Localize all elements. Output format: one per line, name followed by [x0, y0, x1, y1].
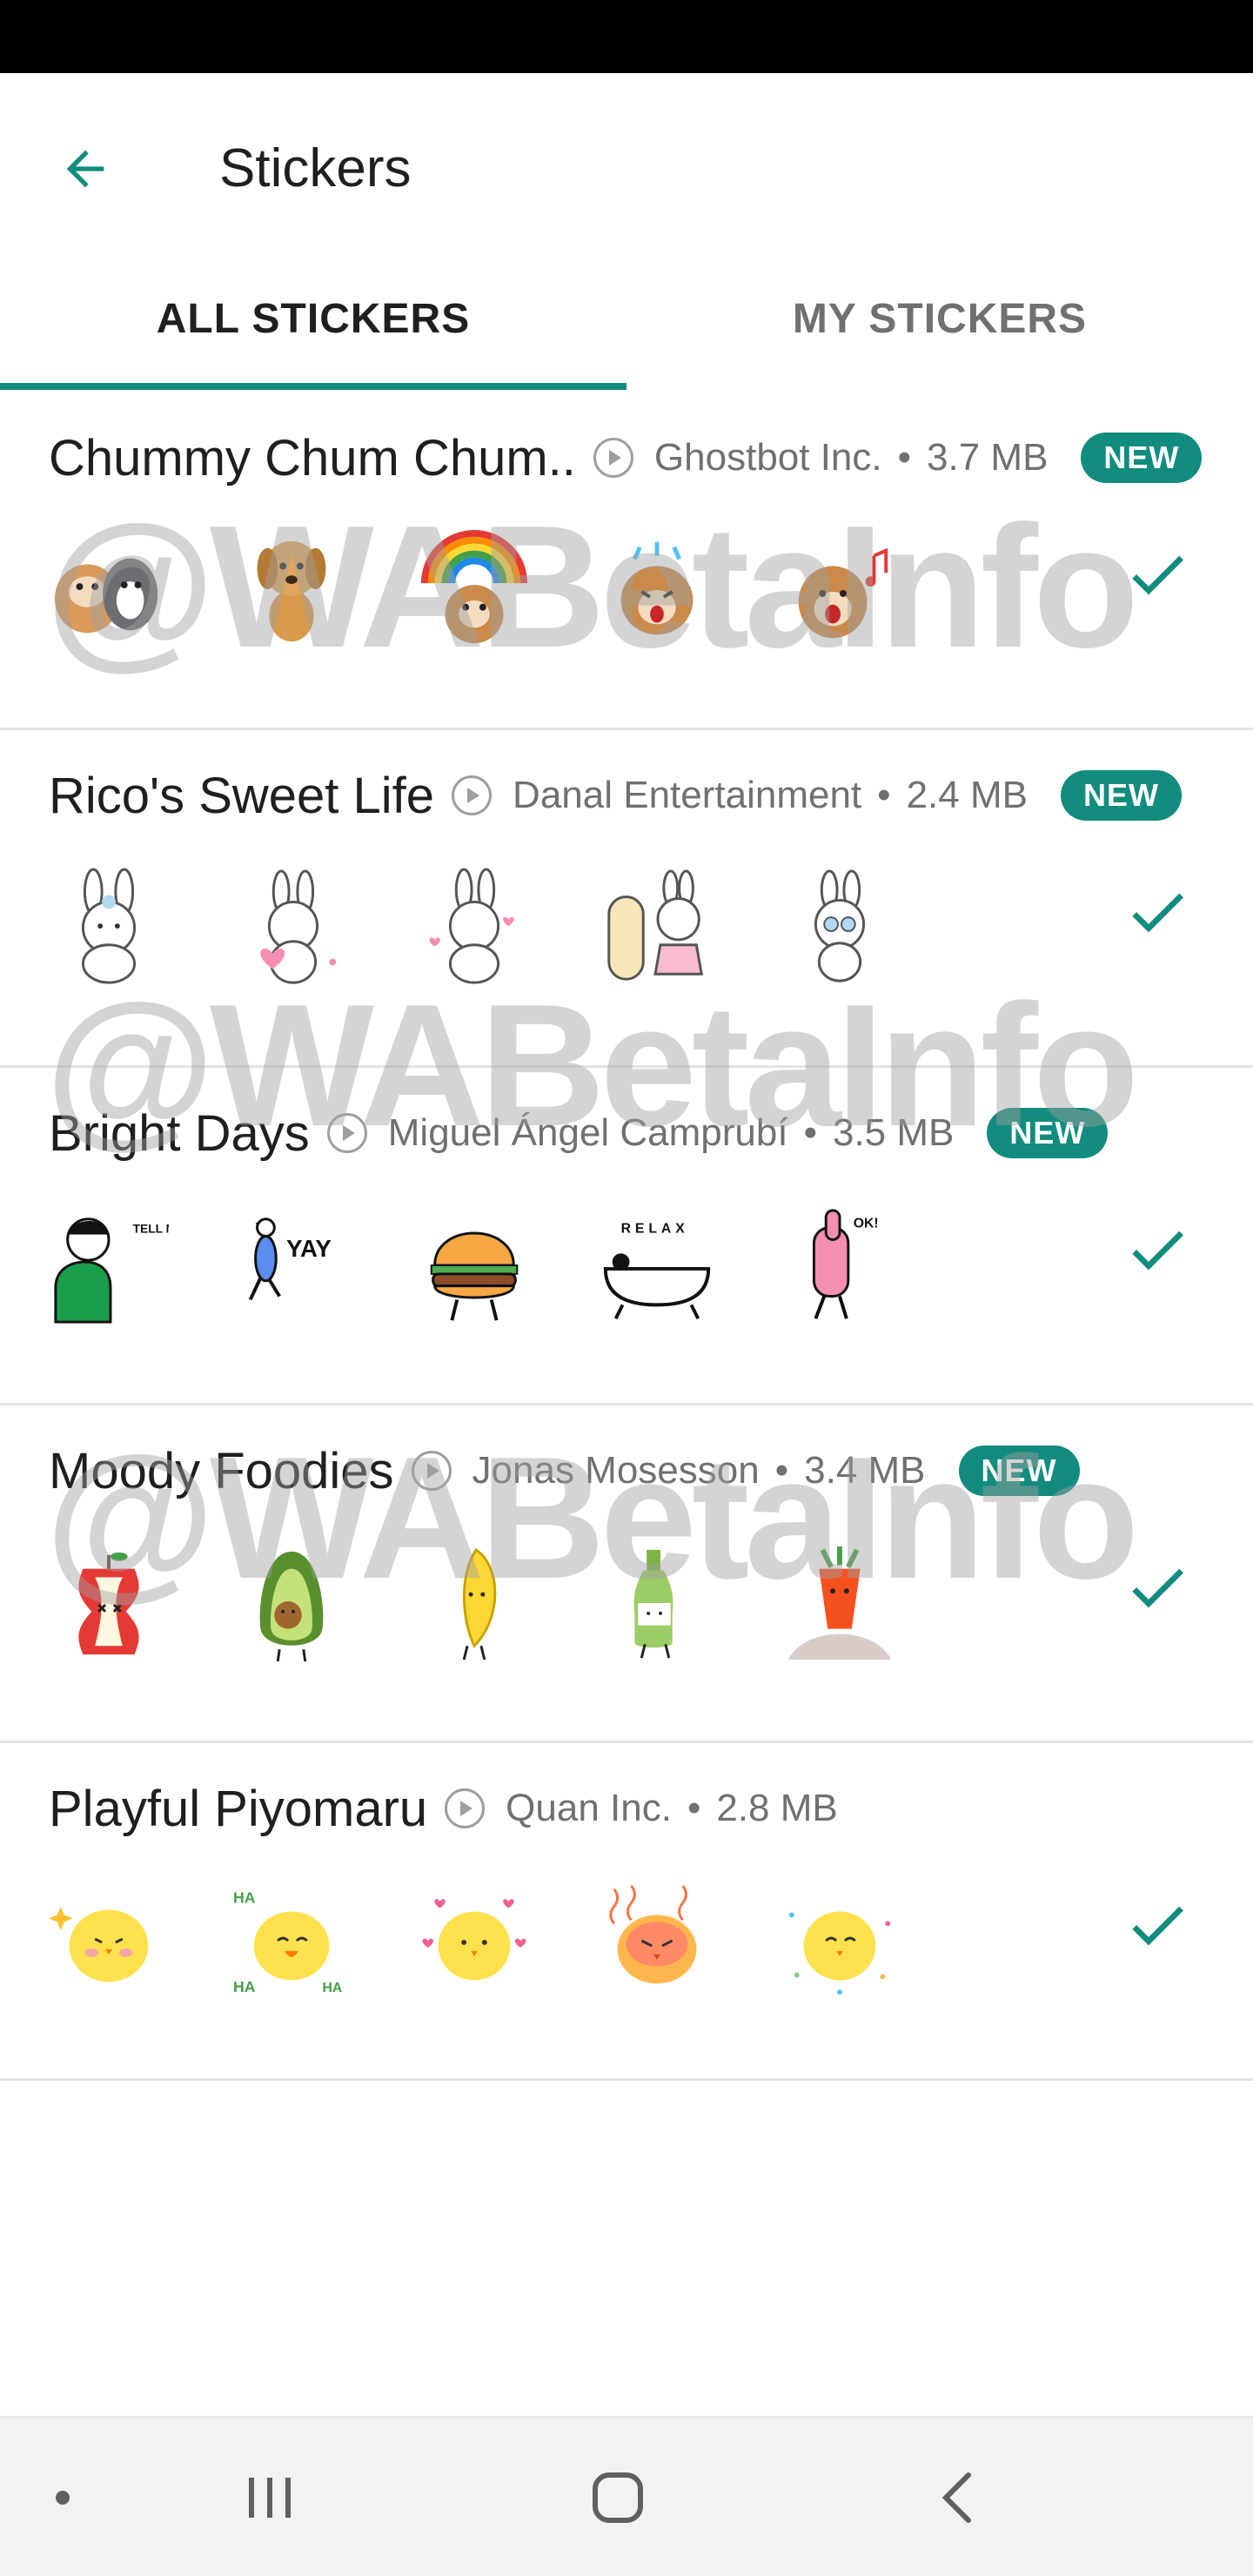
- meta-separator: •: [877, 774, 891, 816]
- puppy-rainbow-sticker: [420, 530, 528, 644]
- bottle-sticker: [633, 1549, 673, 1659]
- pack-name: Chummy Chum Chum..: [49, 429, 576, 486]
- burger-sticker: [430, 1231, 519, 1321]
- pack-size: 3.5 MB: [832, 1111, 955, 1154]
- pack-publisher: Miguel Ángel Camprubí: [387, 1111, 788, 1154]
- sticker-caption: TELL ME MORE: [133, 1223, 169, 1236]
- avocado-sticker: [259, 1551, 324, 1662]
- bunny-glasses-sticker: [814, 869, 866, 983]
- bunny-mirror-sticker: [607, 869, 704, 981]
- golden-puppy-sticker: [257, 540, 326, 642]
- play-preview-icon[interactable]: [445, 1788, 486, 1828]
- bunny-eating-sticker: [429, 868, 514, 984]
- ok-thumbs-up-sticker: OK!: [812, 1209, 879, 1319]
- sticker-caption: OK!: [854, 1217, 879, 1231]
- new-badge: NEW: [987, 1108, 1109, 1158]
- sticker-pack-row[interactable]: Chummy Chum Chum.. Ghostbot Inc. • 3.7 M…: [0, 390, 1253, 730]
- installed-check-icon: [1132, 893, 1183, 933]
- installed-check-icon: [1132, 1906, 1183, 1946]
- recent-apps-icon: [249, 2477, 291, 2518]
- chick-hearts-sticker: [422, 1899, 526, 1981]
- installed-check-icon: [1132, 1568, 1183, 1608]
- play-preview-icon[interactable]: [593, 438, 633, 478]
- relax-bathtub-sticker: RELAX: [603, 1222, 711, 1319]
- sticker-pack-row[interactable]: Moody Foodies Jonas Mosesson • 3.4 MB NE…: [0, 1403, 1253, 1743]
- chick-sparkle-sticker: [49, 1906, 149, 1982]
- puppy-crying-sticker: [620, 541, 694, 635]
- play-preview-icon[interactable]: [326, 1113, 367, 1153]
- installed-check-icon: [1132, 1231, 1183, 1271]
- chick-laughing-sticker: HA HA HA: [233, 1889, 342, 1996]
- dog-and-cat-sticker: [54, 558, 158, 634]
- meta-separator: •: [774, 1449, 789, 1492]
- pack-name: Playful Piyomaru: [49, 1780, 428, 1837]
- sticker-caption: HA: [233, 1889, 256, 1907]
- sticker-pack-row[interactable]: Bright Days Miguel Ángel Camprubí • 3.5 …: [0, 1065, 1253, 1405]
- tab-all-stickers[interactable]: ALL STICKERS: [0, 247, 626, 390]
- home-icon: [593, 2472, 643, 2523]
- app-bar: Stickers: [0, 73, 1253, 247]
- home-button[interactable]: [574, 2418, 661, 2576]
- pack-size: 2.4 MB: [906, 774, 1028, 816]
- tab-bar: ALL STICKERS MY STICKERS: [0, 247, 1253, 390]
- installed-check-icon: [1132, 555, 1183, 595]
- new-badge: NEW: [1081, 433, 1203, 483]
- bunny-sitting-sticker: [81, 868, 137, 984]
- meta-separator: •: [687, 1787, 701, 1829]
- pack-publisher: Quan Inc.: [506, 1787, 672, 1829]
- back-arrow-icon: [66, 150, 104, 188]
- sticker-caption: RELAX: [621, 1222, 689, 1237]
- tell-me-more-sticker: TELL ME MORE: [54, 1218, 169, 1324]
- meta-separator: •: [897, 436, 912, 479]
- pack-name: Bright Days: [49, 1104, 310, 1162]
- tab-my-stickers[interactable]: MY STICKERS: [626, 247, 1253, 390]
- sticker-pack-row[interactable]: Rico's Sweet Life Danal Entertainment • …: [0, 728, 1253, 1068]
- system-navigation-bar: [0, 2418, 1253, 2576]
- play-preview-icon[interactable]: [411, 1451, 452, 1491]
- yay-sticker: YAY: [248, 1218, 332, 1301]
- pack-name: Rico's Sweet Life: [49, 767, 435, 824]
- sticker-caption: HA: [233, 1978, 256, 1996]
- recent-apps-button[interactable]: [226, 2418, 313, 2576]
- banana-sticker: [462, 1547, 497, 1660]
- puppy-singing-sticker: [798, 547, 888, 639]
- chick-confetti-sticker: [788, 1911, 891, 1996]
- pack-publisher: Jonas Mosesson: [472, 1449, 760, 1492]
- nav-dot-button[interactable]: [35, 2418, 90, 2576]
- sticker-caption: YAY: [286, 1235, 332, 1262]
- chick-angry-sticker: [609, 1884, 697, 1984]
- pack-publisher: Ghostbot Inc.: [653, 436, 882, 479]
- new-badge: NEW: [958, 1446, 1080, 1496]
- play-preview-icon[interactable]: [452, 775, 492, 815]
- meta-separator: •: [803, 1111, 817, 1154]
- sticker-pack-row[interactable]: Playful Piyomaru Quan Inc. • 2.8 MB HA H…: [0, 1741, 1253, 2081]
- bunny-heart-sticker: [260, 869, 337, 984]
- back-nav-button[interactable]: [914, 2418, 1001, 2576]
- new-badge: NEW: [1060, 770, 1182, 821]
- pack-size: 3.7 MB: [927, 436, 1049, 479]
- sticker-caption: HA: [322, 1981, 342, 1996]
- page-title: Stickers: [219, 138, 412, 198]
- status-bar: [0, 0, 1253, 73]
- back-button[interactable]: [50, 134, 120, 204]
- pack-size: 2.8 MB: [716, 1787, 838, 1829]
- active-tab-indicator: [0, 383, 626, 390]
- pack-size: 3.4 MB: [804, 1449, 926, 1492]
- pack-publisher: Danal Entertainment: [513, 774, 862, 816]
- carrot-sticker: [787, 1546, 892, 1660]
- back-nav-icon: [941, 2472, 971, 2523]
- pack-name: Moody Foodies: [49, 1442, 394, 1499]
- apple-core-sticker: [78, 1552, 139, 1655]
- dot-icon: [56, 2490, 70, 2505]
